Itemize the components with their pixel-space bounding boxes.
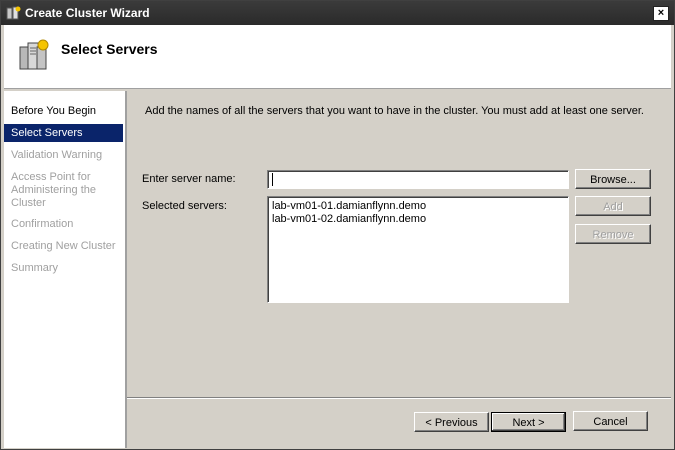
wizard-header: Select Servers xyxy=(4,25,671,89)
step-summary: Summary xyxy=(11,262,59,274)
list-item[interactable]: lab-vm01-01.damianflynn.demo xyxy=(272,200,426,212)
window-title: Create Cluster Wizard xyxy=(25,6,150,20)
wizard-steps-panel: Before You Begin Select Servers Validati… xyxy=(4,91,127,448)
server-name-label: Enter server name: xyxy=(142,173,236,185)
selected-servers-label: Selected servers: xyxy=(142,200,227,212)
step-before-you-begin[interactable]: Before You Begin xyxy=(4,105,123,118)
cancel-button[interactable]: Cancel xyxy=(573,411,648,431)
text-caret xyxy=(272,173,273,186)
step-confirmation: Confirmation xyxy=(11,218,74,230)
step-creating-new-cluster: Creating New Cluster xyxy=(11,240,116,252)
page-title: Select Servers xyxy=(61,41,158,57)
step-access-point: Access Point for Administering the Clust… xyxy=(11,171,96,209)
next-button[interactable]: Next > xyxy=(491,412,566,432)
server-name-input[interactable] xyxy=(267,170,569,189)
previous-button[interactable]: < Previous xyxy=(414,412,489,432)
close-button[interactable]: × xyxy=(653,6,669,21)
step-validation-warning: Validation Warning xyxy=(11,149,103,161)
browse-button[interactable]: Browse... xyxy=(575,169,651,189)
step-select-servers[interactable]: Select Servers xyxy=(4,124,123,142)
remove-button[interactable]: Remove xyxy=(575,224,651,244)
selected-servers-list[interactable]: lab-vm01-01.damianflynn.demo lab-vm01-02… xyxy=(267,196,569,303)
cluster-app-icon xyxy=(6,6,21,20)
title-bar[interactable]: Create Cluster Wizard × xyxy=(1,1,674,25)
list-item[interactable]: lab-vm01-02.damianflynn.demo xyxy=(272,213,426,225)
wizard-window: Create Cluster Wizard × Select Servers B… xyxy=(0,0,675,450)
footer-divider xyxy=(127,397,671,399)
add-button[interactable]: Add xyxy=(575,196,651,216)
instruction-text: Add the names of all the servers that yo… xyxy=(145,105,644,117)
cluster-servers-icon xyxy=(19,39,49,70)
